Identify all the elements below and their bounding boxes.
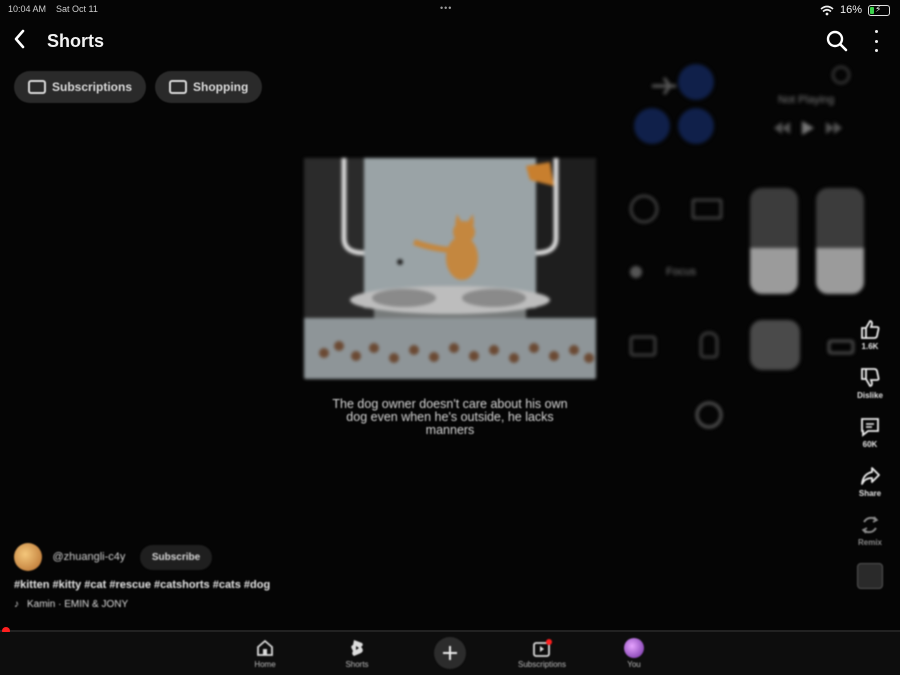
channel-avatar[interactable] [14,543,42,571]
nav-label: Subscriptions [517,660,567,669]
video-player[interactable] [304,158,596,379]
channel-handle[interactable]: @zhuangli-c4y [52,551,125,563]
screen-mirroring-toggle[interactable] [692,199,722,219]
dark-mode-toggle[interactable] [750,320,800,370]
focus-icon [630,266,642,278]
subscriptions-icon [28,80,46,94]
airplane-mode-toggle[interactable] [644,66,684,111]
nav-label: You [627,660,641,669]
chip-label: Shopping [193,80,249,94]
like-button[interactable]: 1.6K [850,318,890,351]
clock-time: 10:04 AM [8,4,47,14]
clock-date: Sat Oct 11 [56,4,98,14]
remix-icon [861,516,879,534]
shopping-bag-icon [169,80,188,94]
thumbs-up-icon [861,320,880,339]
search-button[interactable] [826,30,848,52]
sound-thumbnail [857,563,883,589]
filter-chips: Subscriptions Shopping [14,71,263,103]
video-metadata: @zhuangli-c4y Subscribe #kitten #kitty #… [14,543,514,610]
shorts-icon [351,640,363,656]
profile-avatar [624,638,644,658]
comment-icon [861,418,879,437]
status-right: 16% ⚡ [820,4,890,16]
back-button[interactable] [12,28,26,56]
remix-label: Remix [857,538,882,547]
share-arrow-icon [861,467,880,485]
rotation-lock-toggle[interactable] [630,195,658,223]
thumbs-down-icon [861,368,880,387]
share-label: Share [858,489,882,498]
dot [874,39,878,43]
page-title: Shorts [47,31,105,51]
dislike-button[interactable]: Dislike [850,367,890,400]
sound-row[interactable]: ♪ Kamin · EMIN & JONY [14,599,514,610]
nav-home[interactable]: Home [235,638,295,669]
video-caption: The dog owner doesn't care about his own… [332,397,568,437]
plus-icon [434,637,466,669]
home-icon [257,639,273,656]
status-time: 10:04 AM Sat Oct 11 [8,4,98,14]
dislike-label: Dislike [857,391,883,400]
volume-slider[interactable] [816,188,864,294]
subscribe-button[interactable]: Subscribe [139,544,213,570]
media-status: Not Playing [778,94,835,106]
music-note-icon: ♪ [14,599,19,610]
focus-toggle[interactable]: Focus [630,266,696,278]
bluetooth-toggle[interactable] [678,108,714,144]
chip-subscriptions[interactable]: Subscriptions [14,71,147,103]
chip-label: Subscriptions [52,80,133,94]
subscriptions-icon [533,639,552,657]
status-bar: 10:04 AM Sat Oct 11 ••• 16% ⚡ [0,0,900,22]
search-icon [826,30,848,52]
nav-you[interactable]: You [604,638,664,669]
brightness-slider[interactable] [750,188,798,294]
channel-row: @zhuangli-c4y Subscribe [14,543,514,571]
video-frame [304,158,596,379]
bottom-navigation: Home Shorts Subscriptions You [0,632,900,675]
wifi-toggle[interactable] [634,108,670,144]
nav-label: Shorts [345,660,369,669]
sound-title: Kamin · EMIN & JONY [27,599,129,610]
volume-fill [816,248,864,294]
wifi-icon [820,5,834,15]
hashtags[interactable]: #kitten #kitty #cat #rescue #catshorts #… [14,579,514,591]
nav-shorts[interactable]: Shorts [327,638,387,669]
focus-label: Focus [666,266,696,278]
more-options-button[interactable] [872,30,880,52]
nav-label: Home [254,660,276,669]
battery-icon: ⚡ [868,4,890,16]
sound-thumbnail-button[interactable] [850,563,890,589]
airplay-icon[interactable] [832,66,850,84]
like-count: 1.6K [861,342,879,351]
remix-button[interactable]: Remix [850,514,890,547]
create-button[interactable] [420,637,480,669]
top-bar: Shorts [0,26,900,60]
hearing-button[interactable] [700,332,718,358]
comments-button[interactable]: 60K [850,416,890,449]
airdrop-toggle[interactable] [678,64,714,100]
action-rail: 1.6K Dislike 60K Share Remix [850,318,890,605]
comments-count: 60K [862,440,878,449]
dot [874,30,878,33]
media-controls[interactable] [772,120,848,141]
share-button[interactable]: Share [850,465,890,498]
battery-percent: 16% [839,4,862,16]
nav-subscriptions[interactable]: Subscriptions [512,638,572,669]
screen-record-button[interactable] [696,402,722,428]
dot [874,49,878,52]
chevron-left-icon [14,29,25,49]
brightness-fill [750,248,798,294]
chip-shopping[interactable]: Shopping [155,71,263,103]
multitask-dots[interactable]: ••• [440,3,452,13]
camera-button[interactable] [630,336,656,356]
media-transport-icon [774,121,842,135]
